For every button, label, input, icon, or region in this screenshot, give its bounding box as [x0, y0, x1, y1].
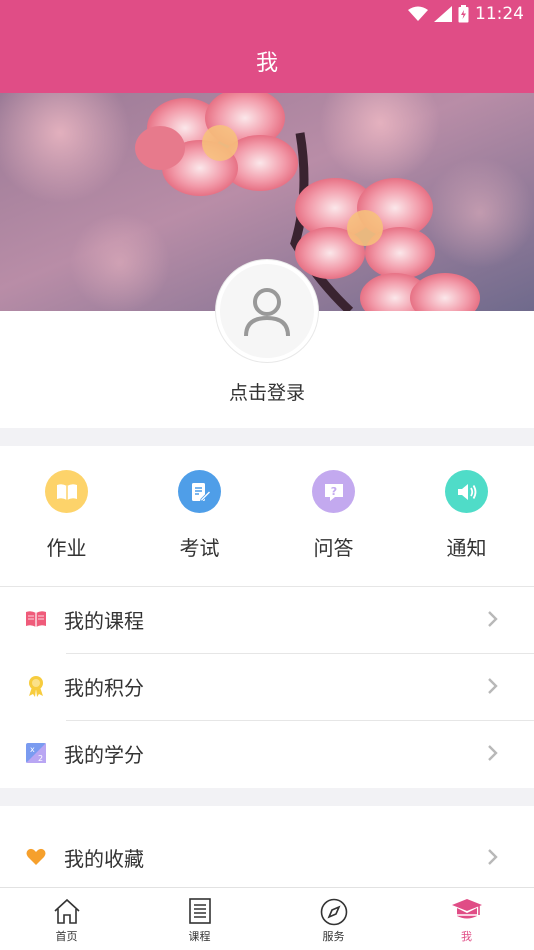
chevron-right-icon [488, 745, 498, 761]
speaker-icon [445, 470, 488, 513]
svg-text:?: ? [330, 485, 336, 498]
svg-text:2: 2 [38, 754, 43, 763]
heart-icon [25, 846, 47, 868]
exam-edit-icon [178, 470, 221, 513]
credit-icon: x2 [25, 742, 47, 764]
chevron-right-icon [488, 678, 498, 694]
compass-icon [320, 898, 347, 926]
menu-item-label: 我的积分 [64, 676, 144, 700]
menu-item-my-points[interactable]: 我的积分 [0, 653, 534, 720]
menu-group-secondary: 我的收藏 [0, 806, 534, 887]
quick-action-label: 作业 [46, 536, 87, 560]
tab-label: 课程 [188, 930, 211, 943]
quick-action-homework[interactable]: 作业 [0, 446, 133, 586]
bottom-tab-bar: 首页 课程 服务 我 [0, 887, 534, 950]
avatar[interactable] [216, 260, 318, 362]
medal-icon [25, 675, 47, 697]
tab-home[interactable]: 首页 [0, 888, 133, 950]
user-icon [244, 288, 290, 337]
signal-icon [434, 6, 452, 22]
login-link[interactable]: 点击登录 [0, 378, 534, 405]
wifi-icon [408, 6, 428, 21]
tab-services[interactable]: 服务 [267, 888, 400, 950]
list-icon [188, 898, 211, 924]
book-open-icon [45, 470, 88, 513]
graduation-cap-icon [451, 899, 482, 919]
menu-item-label: 我的课程 [64, 609, 144, 633]
quick-action-label: 问答 [313, 536, 354, 560]
tab-label: 我 [461, 930, 472, 943]
page-title: 我 [255, 50, 278, 76]
menu-item-my-favorites[interactable]: 我的收藏 [0, 806, 534, 887]
app-header: 我 [0, 28, 534, 93]
menu-item-label: 我的学分 [64, 743, 144, 767]
menu-item-my-credits[interactable]: x2 我的学分 [0, 720, 534, 787]
quick-actions-panel: 作业 考试 ? 问答 通知 [0, 446, 534, 586]
course-book-icon [25, 608, 47, 630]
menu-group-main: 我的课程 我的积分 x2 我的学分 [0, 586, 534, 788]
question-icon: ? [312, 470, 355, 513]
quick-action-notice[interactable]: 通知 [400, 446, 533, 586]
battery-icon [458, 5, 469, 23]
menu-item-my-courses[interactable]: 我的课程 [0, 586, 534, 653]
chevron-right-icon [488, 611, 498, 627]
quick-action-qa[interactable]: ? 问答 [267, 446, 400, 586]
status-bar: 11:24 [0, 0, 534, 28]
status-time: 11:24 [475, 4, 524, 24]
tab-label: 服务 [322, 930, 345, 943]
tab-me[interactable]: 我 [400, 888, 533, 950]
chevron-right-icon [488, 849, 498, 865]
home-icon [53, 898, 80, 924]
svg-text:x: x [30, 745, 35, 754]
status-icons: 11:24 [408, 2, 524, 26]
tab-courses[interactable]: 课程 [133, 888, 266, 950]
tab-label: 首页 [55, 930, 78, 943]
menu-item-label: 我的收藏 [64, 847, 144, 871]
quick-action-exam[interactable]: 考试 [133, 446, 266, 586]
quick-action-label: 考试 [179, 536, 220, 560]
quick-action-label: 通知 [446, 536, 487, 560]
